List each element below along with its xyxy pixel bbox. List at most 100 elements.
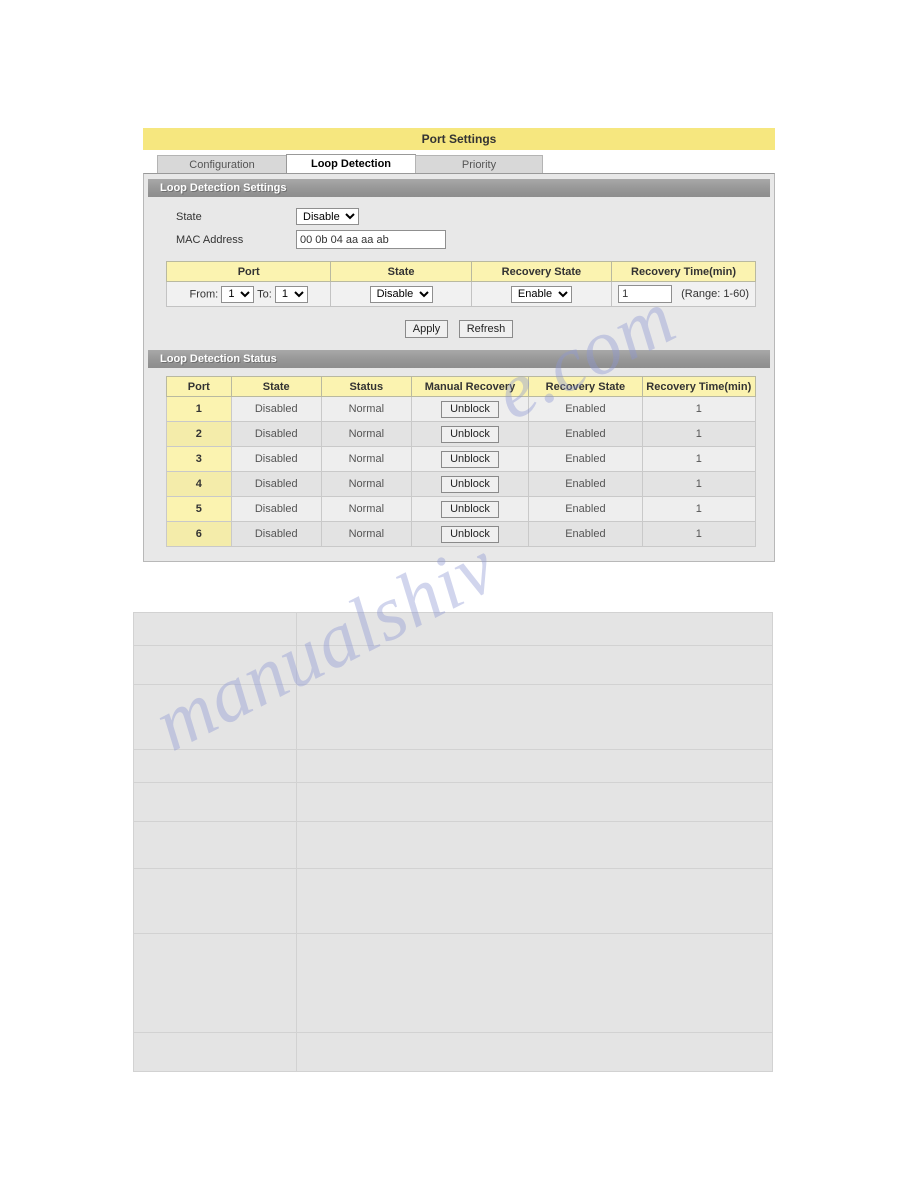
panel-body: Loop Detection Settings State Disable MA… — [143, 173, 775, 562]
mac-address-label: MAC Address — [176, 233, 244, 246]
recovery-state-cell: Enable — [470, 281, 613, 307]
cell-recovery-state: Enabled — [528, 471, 643, 497]
cell-port: 3 — [166, 446, 232, 472]
table-cell — [132, 782, 298, 822]
apply-button[interactable]: Apply — [404, 320, 449, 338]
table-row: 5 Disabled Normal Unblock Enabled 1 — [166, 496, 757, 522]
cell-state: Disabled — [230, 446, 322, 472]
mac-address-row: MAC Address — [176, 228, 774, 251]
cell-manual-recovery: Unblock — [410, 396, 530, 422]
table-cell — [296, 612, 773, 646]
table-cell — [132, 821, 298, 869]
tab-configuration[interactable]: Configuration — [157, 155, 287, 173]
recovery-time-cell: (Range: 1-60) — [611, 281, 756, 307]
cell-recovery-state: Enabled — [528, 396, 643, 422]
cell-state: Disabled — [230, 496, 322, 522]
table-row — [132, 782, 773, 822]
cell-recovery-time: 1 — [641, 521, 757, 547]
table-row — [132, 933, 773, 1033]
port-from-select[interactable]: 1 — [221, 285, 255, 303]
state-row: State Disable — [176, 205, 774, 228]
table-cell — [132, 684, 298, 750]
cell-port: 1 — [166, 396, 232, 422]
cell-recovery-state: Enabled — [528, 521, 643, 547]
table-row: 1 Disabled Normal Unblock Enabled 1 — [166, 396, 757, 422]
settings-button-row: Apply Refresh — [144, 319, 774, 338]
loop-detection-status-header: Loop Detection Status — [148, 350, 770, 368]
cell-manual-recovery: Unblock — [410, 521, 530, 547]
cell-port: 4 — [166, 471, 232, 497]
port-range-cell: From: 1 To: 1 — [165, 281, 332, 307]
cell-status: Normal — [320, 396, 412, 422]
cell-manual-recovery: Unblock — [410, 471, 530, 497]
table-row: 4 Disabled Normal Unblock Enabled 1 — [166, 471, 757, 497]
unblock-button[interactable]: Unblock — [441, 475, 499, 493]
table-row — [132, 868, 773, 934]
header-recovery-state: Recovery State — [528, 376, 643, 397]
unblock-button[interactable]: Unblock — [441, 500, 499, 518]
header-recovery-time: Recovery Time(min) — [611, 261, 756, 282]
status-table-body: 1 Disabled Normal Unblock Enabled 1 2 Di… — [166, 396, 757, 547]
header-manual-recovery: Manual Recovery — [410, 376, 530, 397]
cell-recovery-state: Enabled — [528, 496, 643, 522]
recovery-state-select[interactable]: Enable — [510, 285, 572, 303]
state-cell: Disable — [330, 281, 472, 307]
table-cell — [296, 821, 773, 869]
row-state-select[interactable]: Disable — [369, 285, 433, 303]
table-cell — [296, 749, 773, 783]
table-row — [132, 821, 773, 869]
port-to-select[interactable]: 1 — [274, 285, 308, 303]
cell-port: 6 — [166, 521, 232, 547]
loop-detection-settings-header: Loop Detection Settings — [148, 179, 770, 197]
header-port: Port — [166, 376, 232, 397]
table-row — [132, 684, 773, 750]
port-settings-panel: Port Settings Configuration Loop Detectio… — [143, 128, 775, 562]
cell-recovery-time: 1 — [641, 496, 757, 522]
from-label: From: — [189, 288, 219, 300]
cell-state: Disabled — [230, 421, 322, 447]
cell-port: 5 — [166, 496, 232, 522]
table-row — [132, 645, 773, 685]
tab-loop-detection[interactable]: Loop Detection — [286, 154, 416, 173]
unblock-button[interactable]: Unblock — [441, 450, 499, 468]
refresh-button[interactable]: Refresh — [458, 320, 514, 338]
table-row: 3 Disabled Normal Unblock Enabled 1 — [166, 446, 757, 472]
status-table-head: Port State Status Manual Recovery Recove… — [166, 376, 757, 397]
state-select[interactable]: Disable — [296, 208, 359, 225]
cell-state: Disabled — [230, 471, 322, 497]
loop-detection-status-table: Port State Status Manual Recovery Recove… — [166, 376, 757, 547]
page-title: Port Settings — [143, 128, 775, 150]
table-header-row: Port State Recovery State Recovery Time(… — [165, 261, 756, 282]
tab-priority[interactable]: Priority — [415, 155, 543, 173]
header-state: State — [230, 376, 322, 397]
table-row: From: 1 To: 1 Disable Enable 1 (Range: 1… — [165, 281, 756, 307]
cell-recovery-time: 1 — [641, 396, 757, 422]
state-label: State — [176, 210, 202, 223]
cell-status: Normal — [320, 496, 412, 522]
recovery-time-range-note: (Range: 1-60) — [681, 288, 749, 300]
table-header-row: Port State Status Manual Recovery Recove… — [166, 376, 757, 397]
table-cell — [296, 868, 773, 934]
unblock-button[interactable]: Unblock — [441, 425, 499, 443]
table-cell — [132, 933, 298, 1033]
unblock-button[interactable]: Unblock — [441, 400, 499, 418]
to-label: To: — [257, 288, 272, 300]
cell-recovery-time: 1 — [641, 421, 757, 447]
cell-recovery-time: 1 — [641, 446, 757, 472]
header-status: Status — [320, 376, 412, 397]
table-cell — [132, 645, 298, 685]
unblock-button[interactable]: Unblock — [441, 525, 499, 543]
tab-bar: Configuration Loop Detection Priority — [143, 154, 775, 173]
table-cell — [132, 1032, 298, 1072]
header-state: State — [330, 261, 472, 282]
cell-recovery-state: Enabled — [528, 446, 643, 472]
header-recovery-time: Recovery Time(min) — [641, 376, 757, 397]
cell-status: Normal — [320, 471, 412, 497]
settings-table-head: Port State Recovery State Recovery Time(… — [165, 261, 756, 282]
cell-recovery-state: Enabled — [528, 421, 643, 447]
table-cell — [132, 749, 298, 783]
table-cell — [296, 933, 773, 1033]
table-row — [132, 749, 773, 783]
recovery-time-input[interactable] — [618, 285, 673, 303]
mac-address-input[interactable] — [296, 230, 446, 249]
